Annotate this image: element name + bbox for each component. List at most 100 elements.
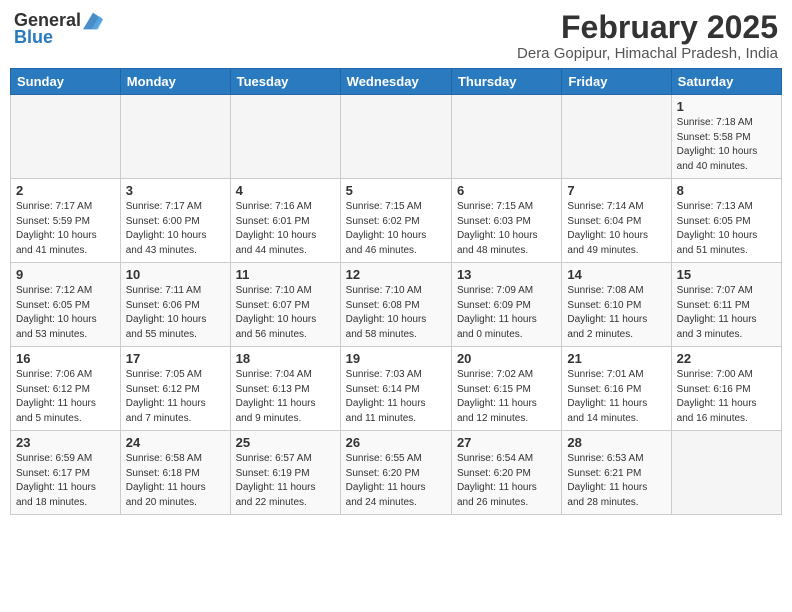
calendar-cell [451,95,561,179]
day-number: 27 [457,435,556,450]
calendar-cell: 27 Sunrise: 6:54 AM Sunset: 6:20 PM Dayli… [451,431,561,515]
calendar-table: SundayMondayTuesdayWednesdayThursdayFrid… [10,68,782,515]
day-number: 4 [236,183,335,198]
calendar-cell: 14 Sunrise: 7:08 AM Sunset: 6:10 PM Dayli… [562,263,671,347]
calendar-cell: 16 Sunrise: 7:06 AM Sunset: 6:12 PM Dayli… [11,347,121,431]
day-info: Sunrise: 7:04 AM Sunset: 6:13 PM Dayligh… [236,368,335,426]
calendar-cell: 28Sunrise: 6:53 AM Sunset: 6:21 PM Dayli… [562,431,671,515]
calendar-week-row: 2Sunrise: 7:17 AM Sunset: 5:59 PM Daylig… [11,179,782,263]
day-info: Sunrise: 7:08 AM Sunset: 6:10 PM Dayligh… [567,284,665,342]
calendar-week-row: 9 Sunrise: 7:12 AM Sunset: 6:05 PM Daylig… [11,263,782,347]
calendar-cell: 23Sunrise: 6:59 AM Sunset: 6:17 PM Dayli… [11,431,121,515]
calendar-cell: 8 Sunrise: 7:13 AM Sunset: 6:05 PM Daylig… [671,179,781,263]
calendar-header-row: SundayMondayTuesdayWednesdayThursdayFrid… [11,69,782,95]
day-info: Sunrise: 7:12 AM Sunset: 6:05 PM Dayligh… [16,284,115,342]
day-number: 23 [16,435,115,450]
calendar-cell: 18 Sunrise: 7:04 AM Sunset: 6:13 PM Dayli… [230,347,340,431]
calendar-cell [562,95,671,179]
calendar-cell [11,95,121,179]
calendar-week-row: 1 Sunrise: 7:18 AM Sunset: 5:58 PM Daylig… [11,95,782,179]
day-info: Sunrise: 6:55 AM Sunset: 6:20 PM Dayligh… [346,452,446,510]
weekday-header-friday: Friday [562,69,671,95]
day-info: Sunrise: 6:54 AM Sunset: 6:20 PM Dayligh… [457,452,556,510]
day-info: Sunrise: 7:03 AM Sunset: 6:14 PM Dayligh… [346,368,446,426]
day-number: 22 [677,351,776,366]
weekday-header-tuesday: Tuesday [230,69,340,95]
calendar-cell: 9 Sunrise: 7:12 AM Sunset: 6:05 PM Daylig… [11,263,121,347]
day-number: 17 [126,351,225,366]
calendar-cell: 11 Sunrise: 7:10 AM Sunset: 6:07 PM Dayli… [230,263,340,347]
calendar-cell: 19 Sunrise: 7:03 AM Sunset: 6:14 PM Dayli… [340,347,451,431]
day-info: Sunrise: 7:17 AM Sunset: 6:00 PM Dayligh… [126,200,225,258]
day-number: 16 [16,351,115,366]
day-number: 7 [567,183,665,198]
day-info: Sunrise: 7:01 AM Sunset: 6:16 PM Dayligh… [567,368,665,426]
location-title: Dera Gopipur, Himachal Pradesh, India [517,45,778,62]
calendar-cell [120,95,230,179]
day-number: 1 [677,99,776,114]
day-info: Sunrise: 7:06 AM Sunset: 6:12 PM Dayligh… [16,368,115,426]
title-block: February 2025 Dera Gopipur, Himachal Pra… [517,10,778,62]
day-info: Sunrise: 7:11 AM Sunset: 6:06 PM Dayligh… [126,284,225,342]
day-number: 26 [346,435,446,450]
day-number: 5 [346,183,446,198]
day-number: 25 [236,435,335,450]
weekday-header-sunday: Sunday [11,69,121,95]
calendar-cell: 21Sunrise: 7:01 AM Sunset: 6:16 PM Dayli… [562,347,671,431]
day-info: Sunrise: 7:02 AM Sunset: 6:15 PM Dayligh… [457,368,556,426]
day-info: Sunrise: 7:15 AM Sunset: 6:03 PM Dayligh… [457,200,556,258]
day-info: Sunrise: 6:58 AM Sunset: 6:18 PM Dayligh… [126,452,225,510]
calendar-cell: 26 Sunrise: 6:55 AM Sunset: 6:20 PM Dayli… [340,431,451,515]
day-number: 19 [346,351,446,366]
day-number: 18 [236,351,335,366]
calendar-week-row: 23Sunrise: 6:59 AM Sunset: 6:17 PM Dayli… [11,431,782,515]
weekday-header-thursday: Thursday [451,69,561,95]
day-info: Sunrise: 6:57 AM Sunset: 6:19 PM Dayligh… [236,452,335,510]
day-number: 2 [16,183,115,198]
day-info: Sunrise: 7:16 AM Sunset: 6:01 PM Dayligh… [236,200,335,258]
calendar-cell: 6Sunrise: 7:15 AM Sunset: 6:03 PM Daylig… [451,179,561,263]
day-info: Sunrise: 7:10 AM Sunset: 6:07 PM Dayligh… [236,284,335,342]
calendar-cell: 7Sunrise: 7:14 AM Sunset: 6:04 PM Daylig… [562,179,671,263]
day-number: 9 [16,267,115,282]
day-info: Sunrise: 7:07 AM Sunset: 6:11 PM Dayligh… [677,284,776,342]
calendar-cell [671,431,781,515]
month-title: February 2025 [517,10,778,45]
day-info: Sunrise: 7:10 AM Sunset: 6:08 PM Dayligh… [346,284,446,342]
day-number: 3 [126,183,225,198]
weekday-header-saturday: Saturday [671,69,781,95]
calendar-cell: 15 Sunrise: 7:07 AM Sunset: 6:11 PM Dayli… [671,263,781,347]
calendar-cell: 22 Sunrise: 7:00 AM Sunset: 6:16 PM Dayli… [671,347,781,431]
day-number: 15 [677,267,776,282]
day-info: Sunrise: 7:05 AM Sunset: 6:12 PM Dayligh… [126,368,225,426]
day-info: Sunrise: 7:00 AM Sunset: 6:16 PM Dayligh… [677,368,776,426]
calendar-cell: 4 Sunrise: 7:16 AM Sunset: 6:01 PM Daylig… [230,179,340,263]
day-number: 24 [126,435,225,450]
day-info: Sunrise: 7:18 AM Sunset: 5:58 PM Dayligh… [677,116,776,174]
calendar-cell: 5 Sunrise: 7:15 AM Sunset: 6:02 PM Daylig… [340,179,451,263]
day-number: 20 [457,351,556,366]
weekday-header-monday: Monday [120,69,230,95]
day-info: Sunrise: 7:09 AM Sunset: 6:09 PM Dayligh… [457,284,556,342]
calendar-cell: 17 Sunrise: 7:05 AM Sunset: 6:12 PM Dayli… [120,347,230,431]
weekday-header-wednesday: Wednesday [340,69,451,95]
logo-icon [83,11,103,31]
calendar-cell: 24 Sunrise: 6:58 AM Sunset: 6:18 PM Dayli… [120,431,230,515]
calendar-cell [230,95,340,179]
calendar-cell: 12 Sunrise: 7:10 AM Sunset: 6:08 PM Dayli… [340,263,451,347]
calendar-cell: 1 Sunrise: 7:18 AM Sunset: 5:58 PM Daylig… [671,95,781,179]
calendar-cell: 13Sunrise: 7:09 AM Sunset: 6:09 PM Dayli… [451,263,561,347]
day-number: 11 [236,267,335,282]
calendar-cell: 3 Sunrise: 7:17 AM Sunset: 6:00 PM Daylig… [120,179,230,263]
day-number: 8 [677,183,776,198]
calendar-cell: 10 Sunrise: 7:11 AM Sunset: 6:06 PM Dayli… [120,263,230,347]
logo-blue: Blue [14,27,53,48]
calendar-cell: 20 Sunrise: 7:02 AM Sunset: 6:15 PM Dayli… [451,347,561,431]
day-info: Sunrise: 7:13 AM Sunset: 6:05 PM Dayligh… [677,200,776,258]
day-info: Sunrise: 7:15 AM Sunset: 6:02 PM Dayligh… [346,200,446,258]
day-number: 14 [567,267,665,282]
logo: General Blue [14,10,103,48]
day-number: 12 [346,267,446,282]
calendar-cell: 2Sunrise: 7:17 AM Sunset: 5:59 PM Daylig… [11,179,121,263]
day-number: 10 [126,267,225,282]
